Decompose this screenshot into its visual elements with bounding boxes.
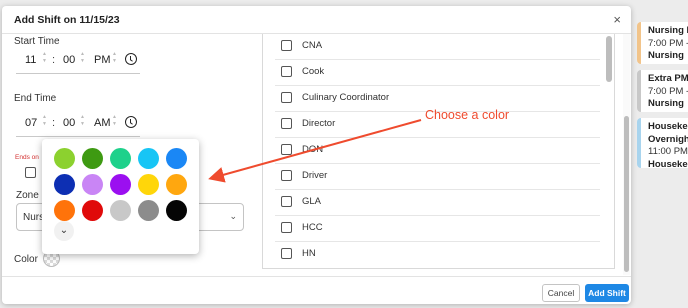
dialog-footer-divider: [2, 276, 631, 277]
roles-list: CNA Cook Culinary Coordinator Director D…: [262, 34, 615, 269]
clock-icon[interactable]: [125, 53, 137, 65]
color-swatch[interactable]: [138, 200, 159, 221]
zone-label: Zone: [16, 190, 39, 201]
color-swatch[interactable]: [166, 200, 187, 221]
role-label: Driver: [302, 170, 328, 181]
role-checkbox[interactable]: [281, 170, 292, 181]
color-swatch[interactable]: [54, 200, 75, 221]
role-checkbox[interactable]: [281, 144, 292, 155]
annotation-label: Choose a color: [425, 108, 510, 122]
role-checkbox[interactable]: [281, 118, 292, 129]
ends-on-warning: Ends on: [15, 154, 39, 161]
end-time-label: End Time: [14, 93, 57, 104]
list-item[interactable]: GLA: [263, 190, 614, 216]
list-item[interactable]: HCC: [263, 216, 614, 242]
start-minute[interactable]: 00: [63, 54, 75, 66]
color-swatch[interactable]: [110, 174, 131, 195]
start-time-label: Start Time: [14, 36, 60, 47]
role-label: HN: [302, 248, 316, 259]
role-checkbox[interactable]: [281, 196, 292, 207]
dialog-header: Add Shift on 11/15/23 ×: [2, 6, 631, 34]
time-colon: :: [52, 117, 56, 129]
shift-card-subtitle: Overnigh: [648, 133, 688, 145]
color-label: Color: [14, 254, 38, 265]
role-label: Director: [302, 118, 336, 129]
color-swatch[interactable]: [82, 174, 103, 195]
dialog-scrollbar[interactable]: [624, 116, 629, 272]
color-swatch[interactable]: [54, 148, 75, 169]
shift-card-housekeeping[interactable]: Houseke Overnigh 11:00 PM - Housekee: [637, 118, 688, 168]
spin-icon[interactable]: ▲ ▼: [112, 114, 117, 128]
zone-value: Nurs: [23, 212, 45, 223]
time-colon: :: [52, 54, 56, 66]
add-shift-button[interactable]: Add Shift: [585, 284, 629, 302]
close-icon[interactable]: ×: [613, 12, 621, 27]
end-time-picker: 07 ▲ ▼ : 00 ▲ ▼ AM ▲ ▼: [16, 111, 140, 137]
start-ampm[interactable]: PM: [94, 54, 111, 66]
roles-list-scrollbar[interactable]: [606, 36, 612, 82]
shift-card-role: Nursing: [648, 98, 684, 109]
list-item[interactable]: HN: [263, 242, 614, 268]
spin-icon[interactable]: ▲ ▼: [42, 114, 47, 128]
role-label: Cook: [302, 66, 325, 77]
color-picker-popover: ⌄: [42, 139, 199, 254]
role-checkbox[interactable]: [281, 40, 292, 51]
color-swatch[interactable]: [166, 148, 187, 169]
color-swatch[interactable]: [138, 148, 159, 169]
shift-card-title: Houseke: [648, 121, 688, 132]
dialog-title: Add Shift on 11/15/23: [14, 14, 120, 26]
color-swatch[interactable]: [138, 174, 159, 195]
role-checkbox[interactable]: [281, 248, 292, 259]
role-checkbox[interactable]: [281, 66, 292, 77]
role-label: HCC: [302, 222, 323, 233]
shift-card-time: 7:00 PM - 7: [648, 37, 688, 49]
start-hour[interactable]: 11: [25, 54, 36, 66]
list-item[interactable]: Cook: [263, 60, 614, 86]
color-swatch[interactable]: [82, 148, 103, 169]
spin-icon[interactable]: ▲ ▼: [80, 51, 85, 65]
list-item[interactable]: DON: [263, 138, 614, 164]
shift-card-time: 11:00 PM -: [648, 146, 688, 157]
shift-card-nursing[interactable]: Nursing N 7:00 PM - 7 Nursing: [637, 22, 688, 64]
shift-card-title: Extra PM: [648, 73, 688, 84]
role-label: CNA: [302, 40, 323, 51]
role-label: GLA: [302, 196, 322, 207]
spin-icon[interactable]: ▲ ▼: [112, 51, 117, 65]
start-time-picker: 11 ▲ ▼ : 00 ▲ ▼ PM ▲ ▼: [16, 48, 140, 74]
shift-card-role: Housekee: [648, 158, 688, 169]
end-hour[interactable]: 07: [25, 117, 37, 129]
chevron-down-icon[interactable]: ⌄: [54, 221, 74, 241]
role-checkbox[interactable]: [281, 222, 292, 233]
clock-icon[interactable]: [125, 116, 137, 128]
color-swatch[interactable]: [82, 200, 103, 221]
shift-card-role: Nursing: [648, 50, 684, 61]
overnight-checkbox[interactable]: [25, 167, 36, 178]
color-swatch[interactable]: [166, 174, 187, 195]
add-shift-dialog: Add Shift on 11/15/23 × Start Time 11 ▲ ▼…: [2, 6, 631, 304]
end-ampm[interactable]: AM: [94, 117, 111, 129]
role-label: Culinary Coordinator: [302, 92, 390, 103]
shift-card-title: Nursing N: [648, 25, 688, 36]
end-minute[interactable]: 00: [63, 117, 75, 129]
role-label: DON: [302, 144, 324, 155]
role-checkbox[interactable]: [281, 92, 292, 103]
shift-card-extra-pm[interactable]: Extra PM 7:00 PM - 7 Nursing: [637, 70, 688, 112]
color-swatch[interactable]: [54, 174, 75, 195]
spin-icon[interactable]: ▲ ▼: [42, 51, 47, 65]
color-swatch[interactable]: [110, 200, 131, 221]
list-item[interactable]: Driver: [263, 164, 614, 190]
chevron-down-icon: ⌄: [229, 211, 237, 221]
cancel-button[interactable]: Cancel: [542, 284, 580, 302]
list-item[interactable]: CNA: [263, 34, 614, 60]
spin-icon[interactable]: ▲ ▼: [80, 114, 85, 128]
color-swatch[interactable]: [110, 148, 131, 169]
shift-card-time: 7:00 PM - 7: [648, 85, 688, 97]
